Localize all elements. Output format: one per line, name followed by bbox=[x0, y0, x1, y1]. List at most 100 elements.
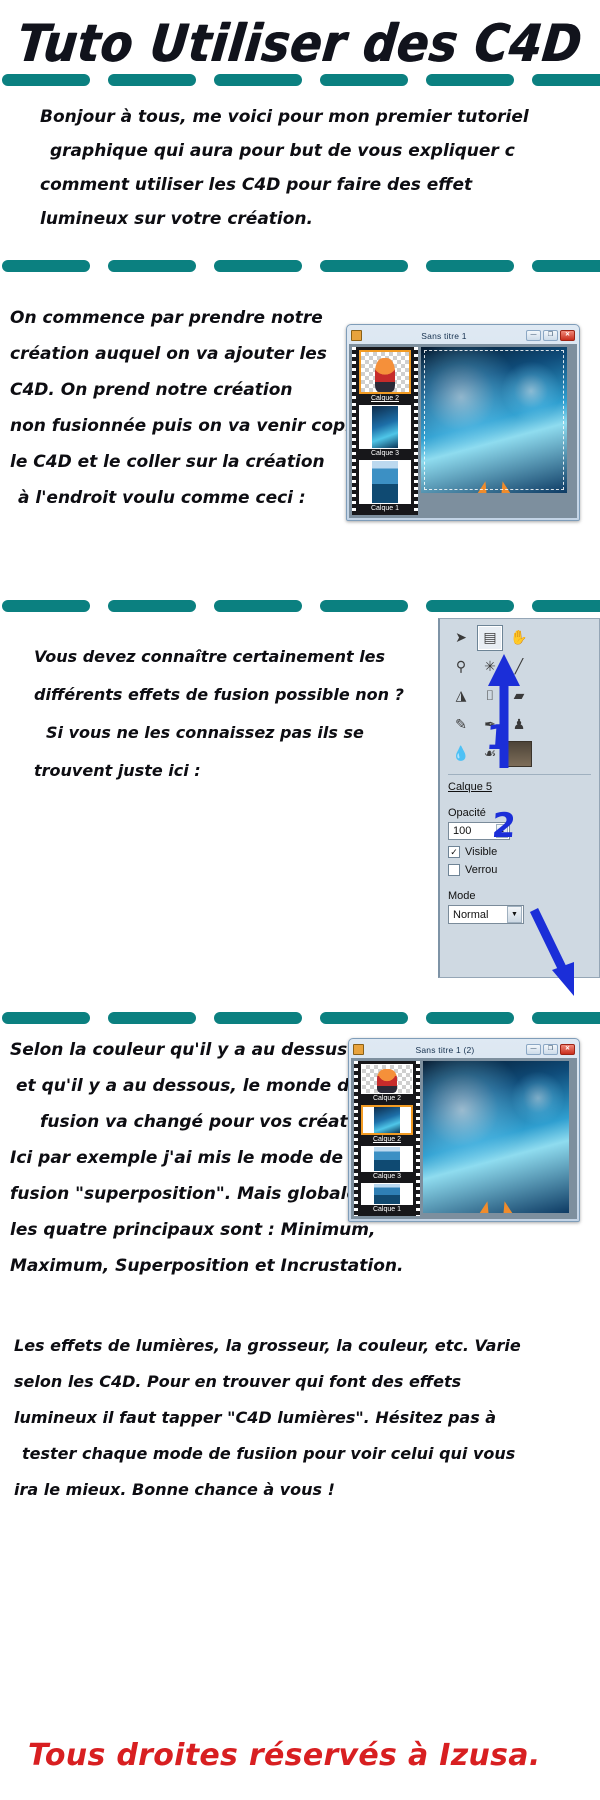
spray-tool-icon[interactable]: ⌷ bbox=[477, 683, 503, 709]
photofiltre-window-1[interactable]: Sans titre 1 — ❐ ✕ Calque 2 Calque 3 Cal… bbox=[346, 324, 580, 521]
divider-dash bbox=[2, 1012, 90, 1024]
step1-line: création auquel on va ajouter les bbox=[10, 344, 327, 364]
layer-item[interactable]: Calque 2 bbox=[356, 350, 414, 402]
opacity-label: Opacité bbox=[448, 807, 486, 819]
minimize-button[interactable]: — bbox=[526, 1044, 541, 1055]
layer-item[interactable]: Calque 2 bbox=[358, 1064, 416, 1102]
layer-thumbnail bbox=[361, 1183, 413, 1205]
layer-name: Calque 3 bbox=[372, 1173, 402, 1180]
divider-dash bbox=[2, 600, 90, 612]
layer-thumbnail bbox=[359, 460, 411, 504]
verrou-checkbox-row[interactable]: Verrou bbox=[448, 864, 591, 876]
step4-line: ira le mieux. Bonne chance à vous ! bbox=[14, 1480, 335, 1499]
divider-dash bbox=[214, 74, 302, 86]
photo-tool-icon[interactable] bbox=[506, 741, 532, 767]
thumbnail-character-art bbox=[361, 352, 409, 392]
opacity-value: 100 bbox=[453, 825, 472, 837]
opacity-input[interactable]: 100 ▲ bbox=[448, 822, 510, 840]
step2-line: Si vous ne les connaissez pas ils se bbox=[46, 723, 364, 742]
layer-thumbnail bbox=[359, 405, 411, 449]
window1-titlebar[interactable]: Sans titre 1 — ❐ ✕ bbox=[349, 327, 577, 344]
divider-dash bbox=[108, 74, 196, 86]
pen-tool-icon[interactable]: ✒ bbox=[477, 712, 503, 738]
divider-dash bbox=[320, 600, 408, 612]
layer-name: Calque 2 bbox=[372, 1095, 402, 1102]
step1-line: à l'endroit voulu comme ceci : bbox=[18, 488, 306, 508]
step4-line: tester chaque mode de fusiion pour voir … bbox=[22, 1444, 516, 1463]
divider-dash bbox=[426, 1012, 514, 1024]
verrou-checkbox[interactable] bbox=[448, 864, 460, 876]
layers-tool-icon[interactable]: ▤ bbox=[477, 625, 503, 651]
divider-1 bbox=[0, 74, 600, 86]
divider-dash bbox=[214, 600, 302, 612]
chevron-down-icon[interactable]: ▼ bbox=[507, 906, 522, 923]
layer-item[interactable]: Calque 2 bbox=[358, 1105, 416, 1143]
window1-body: Calque 2 Calque 3 Calque 1 bbox=[349, 344, 577, 518]
visible-checkbox-row[interactable]: ✓ Visible bbox=[448, 846, 591, 858]
maximize-button[interactable]: ❐ bbox=[543, 1044, 558, 1055]
step2-line: différents effets de fusion possible non… bbox=[34, 685, 404, 704]
eraser-tool-icon[interactable]: ▰ bbox=[506, 683, 532, 709]
window2-layer-list[interactable]: Calque 2 Calque 2 Calque 3 Calque 1 bbox=[354, 1061, 420, 1216]
layer-item[interactable]: Calque 1 bbox=[356, 460, 414, 512]
blur-tool-icon[interactable]: 💧 bbox=[448, 741, 474, 767]
photofiltre-window-2[interactable]: Sans titre 1 (2) — ❐ ✕ Calque 2 Calque 2 bbox=[348, 1038, 580, 1222]
tool-grid[interactable]: ➤ ▤ ✋ ⚲ ✳ ╱ ◮ ⌷ ▰ ✎ ✒ ♟ 💧 ☙ bbox=[448, 625, 591, 767]
divider-dash bbox=[426, 600, 514, 612]
layer-thumbnail bbox=[361, 1105, 413, 1135]
close-button[interactable]: ✕ bbox=[560, 330, 575, 341]
close-button[interactable]: ✕ bbox=[560, 1044, 575, 1055]
opacity-spinner[interactable]: ▲ bbox=[496, 824, 508, 838]
window2-titlebar[interactable]: Sans titre 1 (2) — ❐ ✕ bbox=[351, 1041, 577, 1058]
smudge-tool-icon[interactable]: ☙ bbox=[477, 741, 503, 767]
window1-title: Sans titre 1 bbox=[421, 330, 467, 341]
layer-thumbnail bbox=[361, 1146, 413, 1172]
divider-4 bbox=[0, 1012, 600, 1024]
window1-layer-list[interactable]: Calque 2 Calque 3 Calque 1 bbox=[352, 347, 418, 515]
divider-dash bbox=[532, 600, 600, 612]
magic-wand-tool-icon[interactable]: ✳ bbox=[477, 654, 503, 680]
pointer-tool-icon[interactable]: ➤ bbox=[448, 625, 474, 651]
step4-line: selon les C4D. Pour en trouver qui font … bbox=[14, 1372, 462, 1391]
intro-paragraph: Bonjour à tous, me voici pour mon premie… bbox=[40, 100, 529, 236]
step1-line: le C4D et le coller sur la création bbox=[10, 452, 325, 472]
layer-item[interactable]: Calque 1 bbox=[358, 1183, 416, 1213]
window2-canvas[interactable] bbox=[423, 1061, 569, 1213]
step4-paragraph: Les effets de lumières, la grosseur, la … bbox=[14, 1328, 521, 1508]
line-tool-icon[interactable]: ╱ bbox=[506, 654, 532, 680]
divider-dash bbox=[108, 260, 196, 272]
brush-tool-icon[interactable]: ✎ bbox=[448, 712, 474, 738]
window1-controls[interactable]: — ❐ ✕ bbox=[526, 330, 575, 341]
paint-bucket-tool-icon[interactable]: ◮ bbox=[448, 683, 474, 709]
layer-name: Calque 1 bbox=[372, 1206, 402, 1213]
eyedropper-tool-icon[interactable]: ⚲ bbox=[448, 654, 474, 680]
intro-line: Bonjour à tous, me voici pour mon premie… bbox=[40, 107, 529, 127]
step2-paragraph: Vous devez connaître certainement les di… bbox=[34, 638, 404, 790]
divider-dash bbox=[2, 74, 90, 86]
window1-canvas[interactable] bbox=[421, 347, 567, 493]
layer-item[interactable]: Calque 3 bbox=[356, 405, 414, 457]
current-layer-name: Calque 5 bbox=[448, 781, 493, 793]
divider-dash bbox=[108, 1012, 196, 1024]
window2-controls[interactable]: — ❐ ✕ bbox=[526, 1044, 575, 1055]
app-icon bbox=[351, 330, 362, 341]
layer-name: Calque 2 bbox=[370, 395, 400, 402]
minimize-button[interactable]: — bbox=[526, 330, 541, 341]
blend-mode-select[interactable]: Normal ▼ bbox=[448, 905, 524, 924]
step4-line: Les effets de lumières, la grosseur, la … bbox=[14, 1336, 521, 1355]
clone-stamp-tool-icon[interactable]: ♟ bbox=[506, 712, 532, 738]
divider-dash bbox=[214, 1012, 302, 1024]
divider-dash bbox=[532, 1012, 600, 1024]
visible-checkbox[interactable]: ✓ bbox=[448, 846, 460, 858]
page-title: Tuto Utiliser des C4D bbox=[14, 12, 586, 74]
maximize-button[interactable]: ❐ bbox=[543, 330, 558, 341]
verrou-label: Verrou bbox=[465, 864, 498, 876]
divider-dash bbox=[320, 260, 408, 272]
layer-item[interactable]: Calque 3 bbox=[358, 1146, 416, 1180]
step1-line: C4D. On prend notre création bbox=[10, 380, 293, 400]
photofiltre-tool-panel[interactable]: ➤ ▤ ✋ ⚲ ✳ ╱ ◮ ⌷ ▰ ✎ ✒ ♟ 💧 ☙ Calque 5 Opa… bbox=[438, 618, 600, 978]
layer-thumbnail bbox=[359, 350, 411, 394]
step2-line: Vous devez connaître certainement les bbox=[34, 647, 386, 666]
window2-body: Calque 2 Calque 2 Calque 3 Calque 1 bbox=[351, 1058, 577, 1219]
hand-tool-icon[interactable]: ✋ bbox=[506, 625, 532, 651]
